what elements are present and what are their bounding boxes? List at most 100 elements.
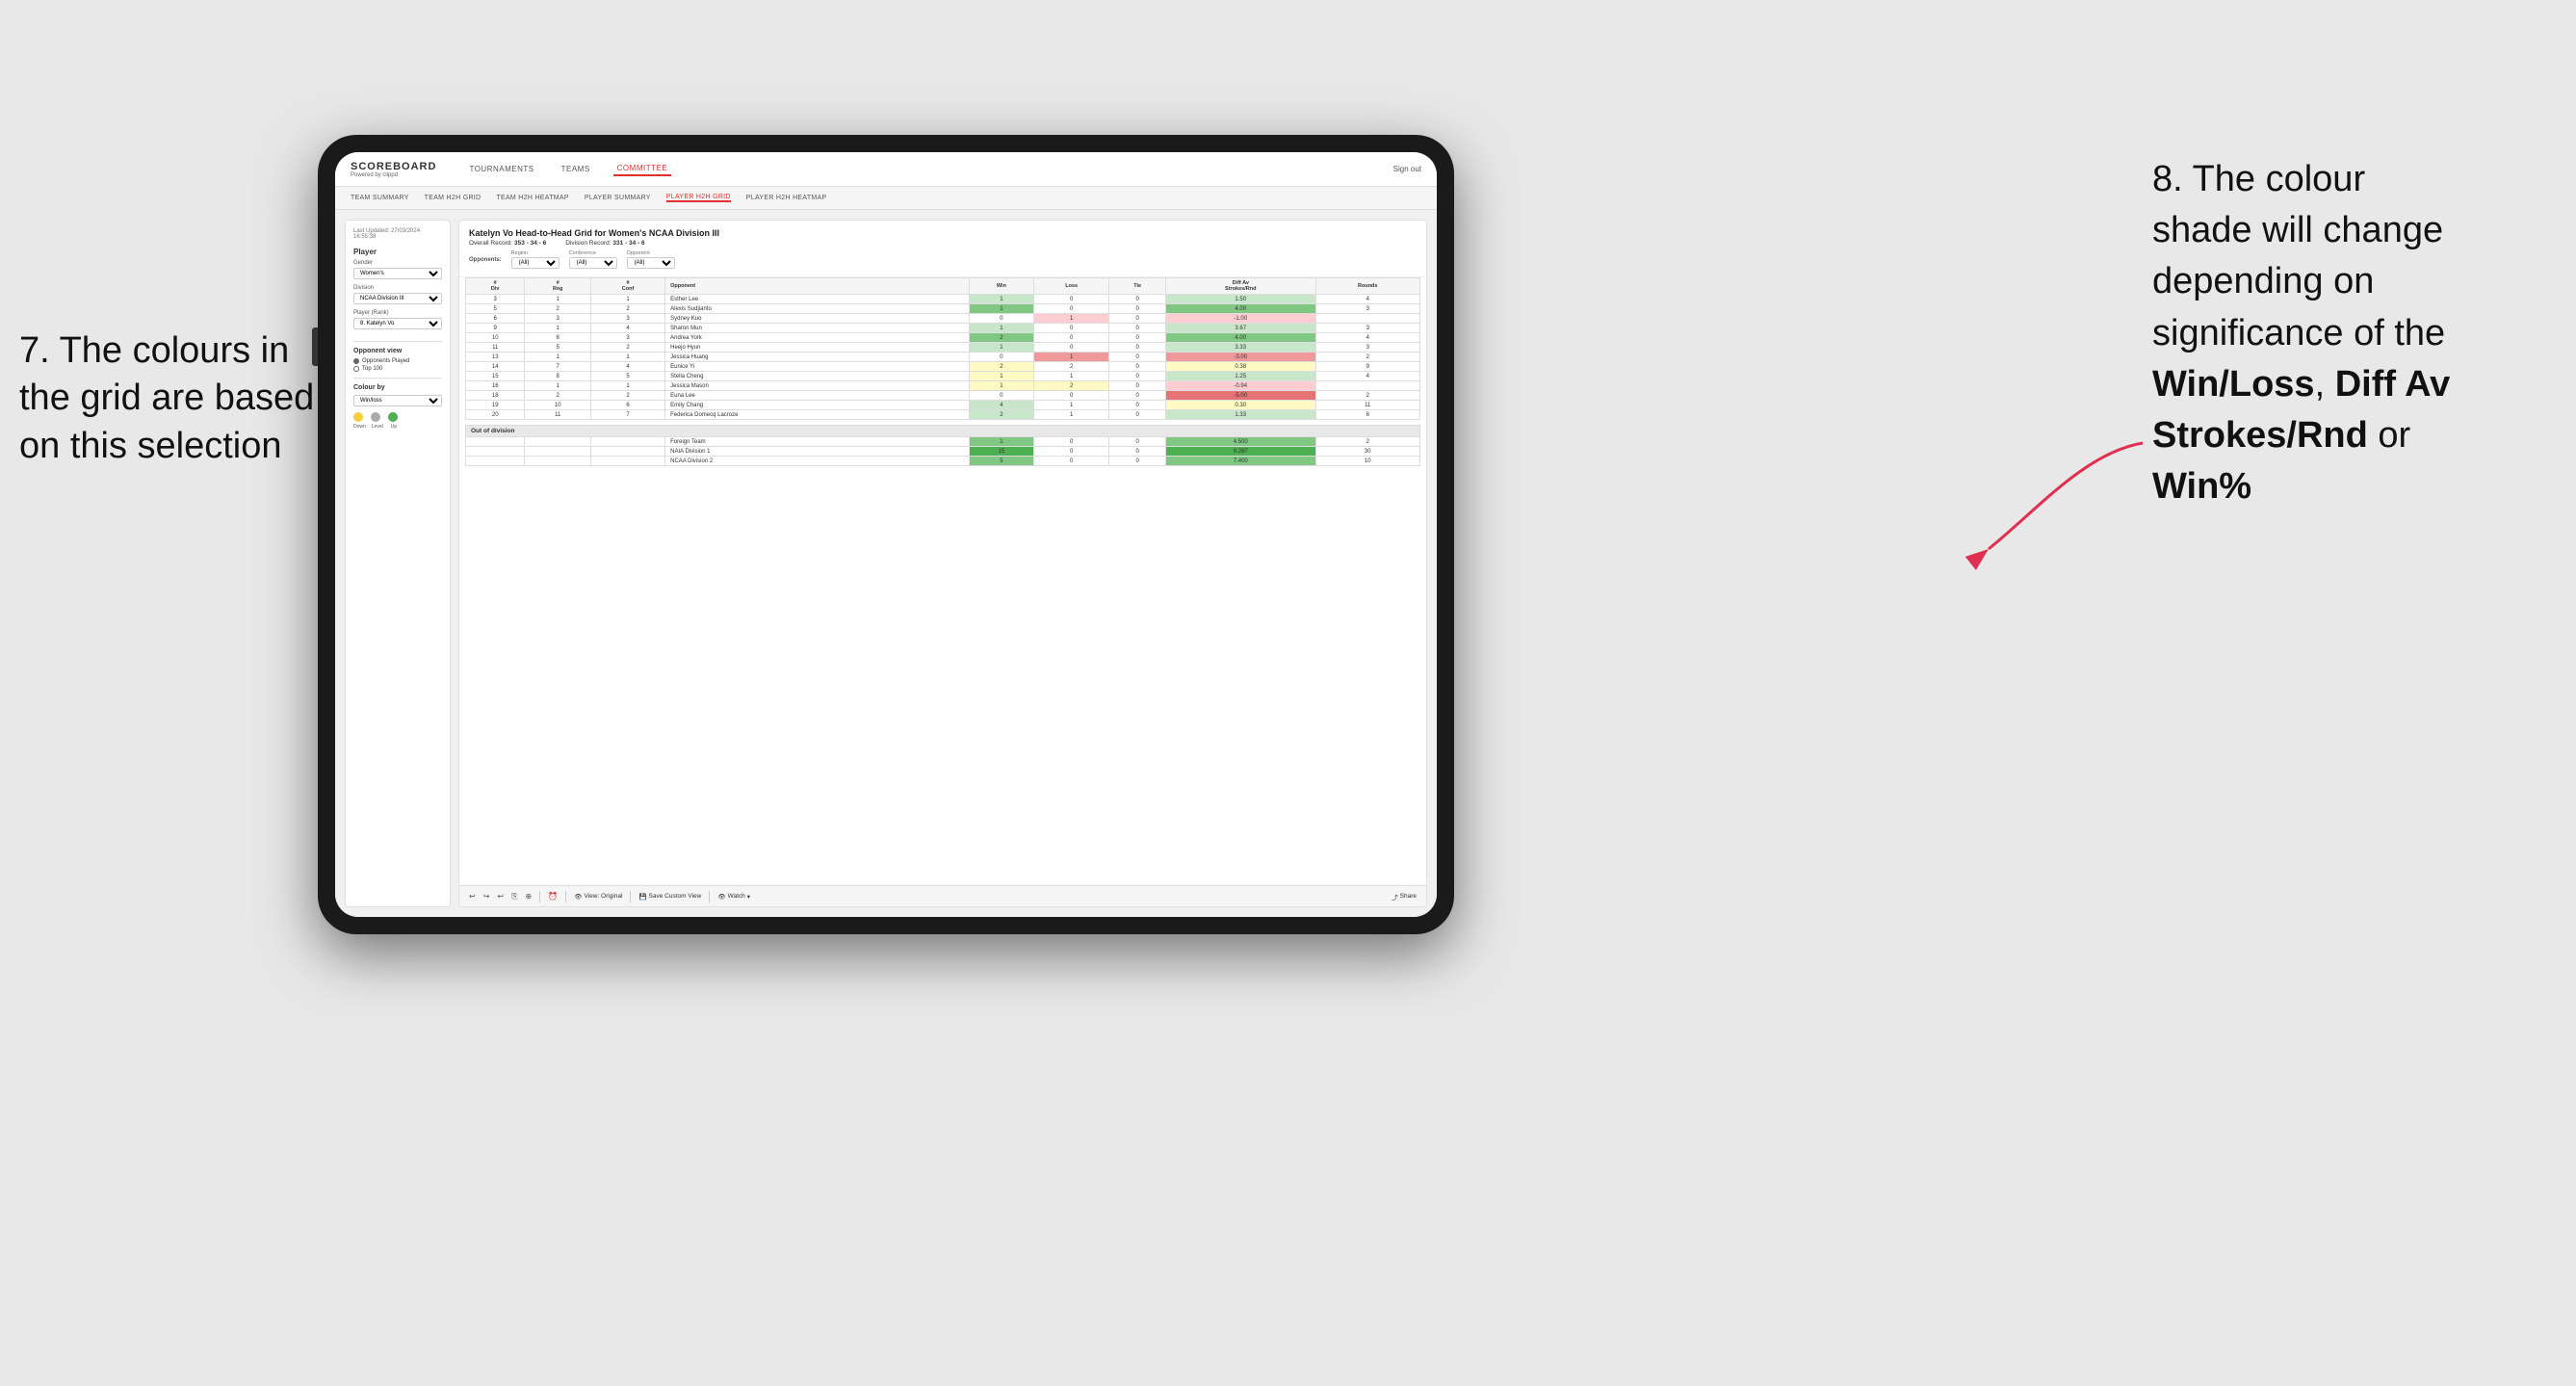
table-row: 11 5 2 Heejo Hyun 1 0 0 3.33 3 <box>466 343 1420 353</box>
radio-dot-top100 <box>353 366 359 372</box>
table-row: 18 2 2 Euna Lee 0 0 0 -5.00 2 <box>466 391 1420 401</box>
toolbar-sep-1 <box>539 891 540 902</box>
sidebar-divider-2 <box>353 378 442 379</box>
overall-record: Overall Record: 353 - 34 - 6 <box>469 240 546 247</box>
radio-top100[interactable]: Top 100 <box>353 366 442 372</box>
nav-team-summary[interactable]: TEAM SUMMARY <box>351 195 409 201</box>
nav-player-summary[interactable]: PLAYER SUMMARY <box>585 195 651 201</box>
tablet-frame: SCOREBOARD Powered by clippd TOURNAMENTS… <box>318 135 1454 934</box>
view-original-btn[interactable]: 👁 View: Original <box>574 893 622 901</box>
top-nav: SCOREBOARD Powered by clippd TOURNAMENTS… <box>335 152 1437 187</box>
th-opponent: Opponent <box>665 278 970 295</box>
table-row: 5 2 2 Alexis Sudjianto 1 0 0 4.00 3 <box>466 304 1420 314</box>
opponents-label: Opponents: <box>469 257 502 263</box>
table-row: 20 11 7 Federica Domecq Lacroze 2 1 0 1.… <box>466 410 1420 420</box>
table-row: 6 3 3 Sydney Kuo 0 1 0 -1.00 <box>466 314 1420 324</box>
toolbar-sep-4 <box>709 891 710 902</box>
region-select[interactable]: (All) <box>511 257 559 269</box>
th-tie: Tie <box>1109 278 1166 295</box>
data-table: #Div #Reg #Conf Opponent Win Loss Tie Di… <box>465 277 1420 466</box>
right-panel: Katelyn Vo Head-to-Head Grid for Women's… <box>458 220 1427 907</box>
redo-icon[interactable]: ↪ <box>483 892 490 901</box>
colour-labels: Down Level Up <box>353 424 442 430</box>
nav-sign-in[interactable]: Sign out <box>1393 165 1421 173</box>
sidebar-timestamp: Last Updated: 27/03/2024 16:55:38 <box>353 228 442 240</box>
radio-label-top100: Top 100 <box>362 366 382 372</box>
table-row: 14 7 4 Eunice Yi 2 2 0 0.38 9 <box>466 362 1420 372</box>
table-row: 19 10 6 Emily Chang 4 1 0 0.30 11 <box>466 401 1420 410</box>
left-sidebar: Last Updated: 27/03/2024 16:55:38 Player… <box>345 220 451 907</box>
logo-area: SCOREBOARD Powered by clippd <box>351 161 436 178</box>
th-reg: #Reg <box>525 278 591 295</box>
out-of-division-row: NCAA Division 2 5 0 0 7.400 10 <box>466 457 1420 466</box>
gender-select[interactable]: Women's <box>353 268 442 279</box>
table-row: 3 1 1 Esther Lee 1 0 0 1.50 4 <box>466 295 1420 304</box>
nav-teams[interactable]: TEAMS <box>558 163 594 175</box>
table-row: 9 1 4 Sharon Mun 1 0 0 3.67 3 <box>466 324 1420 333</box>
tablet-screen: SCOREBOARD Powered by clippd TOURNAMENTS… <box>335 152 1437 917</box>
colour-by-select[interactable]: Win/loss <box>353 395 442 406</box>
share-btn[interactable]: ⤴ Share <box>1392 892 1417 902</box>
second-nav: TEAM SUMMARY TEAM H2H GRID TEAM H2H HEAT… <box>335 187 1437 210</box>
main-content: Last Updated: 27/03/2024 16:55:38 Player… <box>335 210 1437 917</box>
out-of-division-header: Out of division <box>466 426 1420 437</box>
undo2-icon[interactable]: ↩ <box>497 892 504 901</box>
label-down: Down <box>353 424 366 430</box>
arrow-right-svg <box>1960 433 2152 578</box>
paste-icon[interactable]: ⊕ <box>526 892 533 901</box>
panel-header: Katelyn Vo Head-to-Head Grid for Women's… <box>459 221 1426 277</box>
th-rounds: Rounds <box>1315 278 1420 295</box>
bottom-toolbar: ↩ ↪ ↩ ⎘ ⊕ ⏰ 👁 View: Original 💾 Sav <box>459 885 1426 906</box>
colour-by-title: Colour by <box>353 384 442 391</box>
opponent-select[interactable]: (All) <box>627 257 675 269</box>
nav-tournaments[interactable]: TOURNAMENTS <box>465 163 537 175</box>
watch-btn[interactable]: 👁 Watch ▾ <box>717 893 750 901</box>
table-row: 13 1 1 Jessica Huang 0 1 0 -3.00 2 <box>466 353 1420 362</box>
radio-dot-opponents <box>353 358 359 364</box>
conference-select[interactable]: (All) <box>569 257 617 269</box>
toolbar-sep-2 <box>565 891 566 902</box>
panel-filters: Opponents: Region (All) Conference (All) <box>469 250 1417 269</box>
annotation-left: 7. The colours in the grid are based on … <box>19 327 347 470</box>
player-rank-label: Player (Rank) <box>353 310 442 316</box>
annotation-right: 8. The colour shade will change dependin… <box>2152 154 2557 512</box>
table-row: 16 1 1 Jessica Mason 1 2 0 -0.94 <box>466 381 1420 391</box>
copy-icon[interactable]: ⎘ <box>511 892 517 902</box>
nav-committee[interactable]: COMMITTEE <box>613 162 672 176</box>
clock-icon[interactable]: ⏰ <box>548 892 558 901</box>
watch-icon: 👁 <box>717 893 725 901</box>
table-row: 10 6 3 Andrea York 2 0 0 4.00 4 <box>466 333 1420 343</box>
nav-team-h2h-grid[interactable]: TEAM H2H GRID <box>425 195 481 201</box>
out-of-division-row: Foreign Team 1 0 0 4.500 2 <box>466 437 1420 447</box>
share-icon: ⤴ <box>1392 892 1398 902</box>
nav-player-h2h-grid[interactable]: PLAYER H2H GRID <box>666 194 731 202</box>
colour-dot-level <box>371 412 380 422</box>
label-up: Up <box>391 424 397 430</box>
colour-dot-up <box>388 412 398 422</box>
th-win: Win <box>969 278 1033 295</box>
toolbar-sep-3 <box>630 891 631 902</box>
nav-team-h2h-heatmap[interactable]: TEAM H2H HEATMAP <box>496 195 568 201</box>
panel-title: Katelyn Vo Head-to-Head Grid for Women's… <box>469 228 1417 238</box>
panel-records: Overall Record: 353 - 34 - 6 Division Re… <box>469 240 1417 247</box>
filter-opponent: Opponent (All) <box>627 250 675 269</box>
sidebar-player-title: Player <box>353 248 442 256</box>
table-header-row: #Div #Reg #Conf Opponent Win Loss Tie Di… <box>466 278 1420 295</box>
radio-opponents-played[interactable]: Opponents Played <box>353 358 442 364</box>
th-diff-av: Diff AvStrokes/Rnd <box>1165 278 1315 295</box>
colour-dots <box>353 412 442 422</box>
gender-label: Gender <box>353 260 442 266</box>
division-select[interactable]: NCAA Division III <box>353 293 442 304</box>
save-custom-btn[interactable]: 💾 Save Custom View <box>638 893 701 901</box>
division-label: Division <box>353 285 442 291</box>
th-conf: #Conf <box>591 278 665 295</box>
radio-label-opponents: Opponents Played <box>362 358 409 364</box>
undo-icon[interactable]: ↩ <box>469 892 476 901</box>
player-rank-select[interactable]: 8. Katelyn Vo <box>353 318 442 329</box>
nav-player-h2h-heatmap[interactable]: PLAYER H2H HEATMAP <box>746 195 827 201</box>
sidebar-divider-1 <box>353 341 442 342</box>
colour-dot-down <box>353 412 363 422</box>
opponent-view-title: Opponent view <box>353 348 442 354</box>
filter-region: Region (All) <box>511 250 559 269</box>
radio-group: Opponents Played Top 100 <box>353 358 442 372</box>
